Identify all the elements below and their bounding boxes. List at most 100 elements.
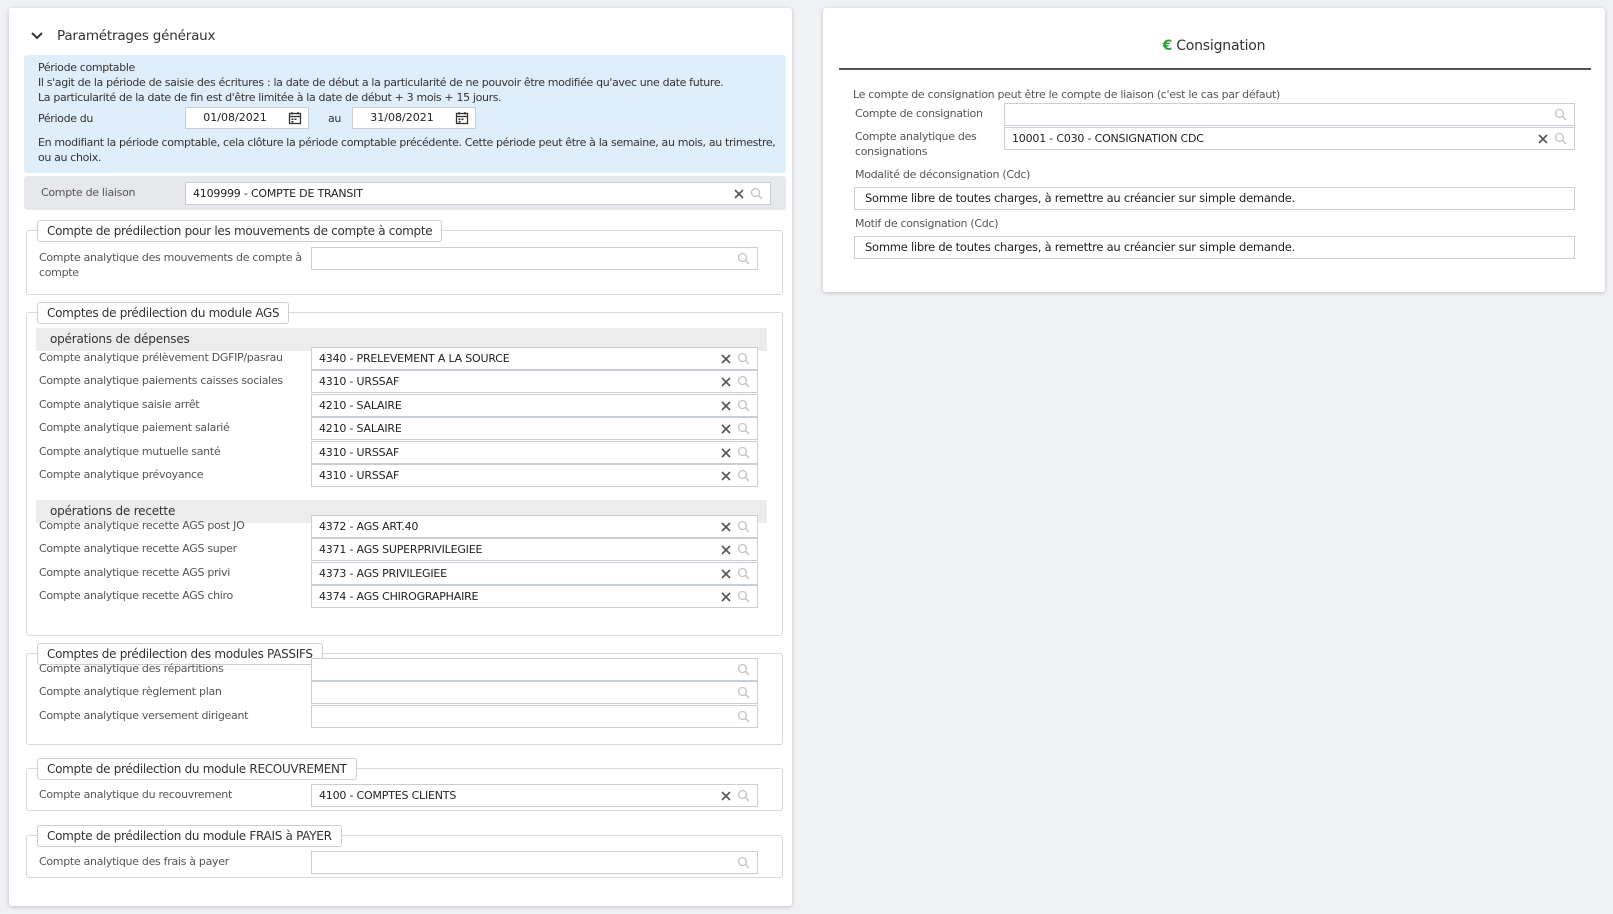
passif-field[interactable] (311, 681, 758, 705)
search-icon[interactable] (737, 375, 750, 388)
recouvrement-field[interactable]: 4100 - COMPTES CLIENTS (311, 784, 758, 807)
search-icon[interactable] (737, 567, 750, 580)
ags-legend: Comptes de prédilection du module AGS (37, 302, 290, 324)
search-icon[interactable] (1554, 132, 1567, 145)
ags-depense-label: Compte analytique paiement salarié (39, 421, 230, 435)
period-to-label: au (328, 112, 342, 125)
title-divider (839, 68, 1591, 70)
clear-icon[interactable] (720, 400, 732, 412)
ags-recette-field[interactable]: 4373 - AGS PRIVILEGIEE (311, 561, 758, 585)
period-end-date-value: 31/08/2021 (370, 111, 434, 124)
chevron-down-icon[interactable] (29, 28, 45, 44)
ags-depense-field[interactable]: 4310 - URSSAF (311, 440, 758, 464)
ags-depense-field[interactable]: 4310 - URSSAF (311, 464, 758, 487)
clear-icon[interactable] (720, 423, 732, 435)
search-icon[interactable] (737, 543, 750, 556)
compte-a-compte-field[interactable] (311, 247, 758, 270)
consignation-analytic-label-2: consignations (855, 145, 928, 158)
euro-icon: € (1162, 38, 1173, 54)
modalite-label: Modalité de déconsignation (Cdc) (855, 168, 1031, 181)
consignation-account-field[interactable] (1004, 103, 1575, 126)
clear-icon[interactable] (720, 376, 732, 388)
ags-depense-value: 4210 - SALAIRE (319, 422, 402, 436)
clear-icon[interactable] (1537, 133, 1549, 145)
compte-a-compte-label-2: compte (39, 266, 79, 279)
frais-field[interactable] (311, 851, 758, 874)
ags-depense-field[interactable]: 4210 - SALAIRE (311, 393, 758, 417)
clear-icon[interactable] (733, 188, 745, 200)
clear-icon[interactable] (720, 591, 732, 603)
search-icon[interactable] (737, 590, 750, 603)
ags-depense-label: Compte analytique paiements caisses soci… (39, 374, 283, 388)
ags-recette-label: Compte analytique recette AGS post JO (39, 519, 245, 532)
search-icon[interactable] (737, 399, 750, 412)
section-title[interactable]: Paramétrages généraux (57, 28, 216, 44)
search-icon[interactable] (737, 446, 750, 459)
consignation-analytic-value: 10001 - C030 - CONSIGNATION CDC (1012, 132, 1204, 145)
recouvrement-label: Compte analytique du recouvrement (39, 788, 232, 801)
clear-icon[interactable] (720, 790, 732, 802)
passif-field[interactable] (311, 704, 758, 728)
motif-input[interactable]: Somme libre de toutes charges, à remettr… (854, 236, 1575, 259)
search-icon[interactable] (737, 252, 750, 265)
ags-depense-label: Compte analytique prélèvement DGFIP/pasr… (39, 351, 283, 364)
consignation-analytic-label-1: Compte analytique des (855, 130, 977, 143)
liaison-account-label: Compte de liaison (41, 186, 136, 199)
ags-depense-value: 4310 - URSSAF (319, 375, 400, 389)
search-icon[interactable] (737, 352, 750, 365)
search-icon[interactable] (737, 422, 750, 435)
consignation-analytic-field[interactable]: 10001 - C030 - CONSIGNATION CDC (1004, 127, 1575, 150)
clear-icon[interactable] (720, 568, 732, 580)
motif-label: Motif de consignation (Cdc) (855, 217, 999, 230)
liaison-account-field[interactable]: 4109999 - COMPTE DE TRANSIT (185, 182, 771, 205)
ags-recette-field[interactable]: 4371 - AGS SUPERPRIVILEGIEE (311, 538, 758, 562)
period-end-date-input[interactable]: 31/08/2021 (352, 107, 476, 129)
period-description-2: La particularité de la date de fin est d… (38, 91, 502, 104)
ags-depense-field[interactable]: 4340 - PRELEVEMENT A LA SOURCE (311, 347, 758, 370)
passif-label: Compte analytique versement dirigeant (39, 708, 249, 722)
clear-icon[interactable] (720, 544, 732, 556)
period-from-label: Période du (38, 112, 94, 125)
ags-recette-field[interactable]: 4372 - AGS ART.40 (311, 515, 758, 538)
passif-field[interactable] (311, 658, 758, 681)
period-heading: Période comptable (38, 61, 135, 74)
ags-recette-value: 4374 - AGS CHIROGRAPHAIRE (319, 590, 479, 604)
calendar-icon[interactable] (455, 111, 469, 125)
search-icon[interactable] (737, 710, 750, 723)
ags-recette-field[interactable]: 4374 - AGS CHIROGRAPHAIRE (311, 585, 758, 609)
clear-icon[interactable] (720, 521, 732, 533)
search-icon[interactable] (737, 686, 750, 699)
passif-label: Compte analytique règlement plan (39, 685, 222, 699)
liaison-account-row: Compte de liaison 4109999 - COMPTE DE TR… (24, 176, 786, 210)
search-icon[interactable] (1554, 108, 1567, 121)
period-description-1: Il s'agit de la période de saisie des éc… (38, 76, 724, 89)
recouvrement-legend: Compte de prédilection du module RECOUVR… (37, 758, 357, 780)
accounting-period-info: Période comptable Il s'agit de la périod… (24, 55, 786, 173)
modalite-input[interactable]: Somme libre de toutes charges, à remettr… (854, 187, 1575, 210)
search-icon[interactable] (750, 187, 763, 200)
ags-recette-value: 4371 - AGS SUPERPRIVILEGIEE (319, 543, 483, 557)
recouvrement-value: 4100 - COMPTES CLIENTS (319, 789, 457, 802)
search-icon[interactable] (737, 789, 750, 802)
liaison-account-value: 4109999 - COMPTE DE TRANSIT (193, 187, 363, 200)
search-icon[interactable] (737, 856, 750, 869)
calendar-icon[interactable] (288, 111, 302, 125)
consignation-intro: Le compte de consignation peut être le c… (853, 88, 1281, 101)
clear-icon[interactable] (720, 353, 732, 365)
period-start-date-value: 01/08/2021 (203, 111, 267, 124)
ags-depense-field[interactable]: 4210 - SALAIRE (311, 417, 758, 441)
compte-a-compte-legend: Compte de prédilection pour les mouvemen… (37, 220, 443, 242)
period-start-date-input[interactable]: 01/08/2021 (185, 107, 309, 129)
search-icon[interactable] (737, 520, 750, 533)
clear-icon[interactable] (720, 470, 732, 482)
search-icon[interactable] (737, 469, 750, 482)
ags-depense-label: Compte analytique mutuelle santé (39, 444, 221, 458)
ags-depense-label: Compte analytique saisie arrêt (39, 397, 200, 411)
ags-depense-label: Compte analytique prévoyance (39, 468, 204, 481)
passif-label: Compte analytique des répartitions (39, 662, 224, 675)
search-icon[interactable] (737, 663, 750, 676)
period-note-2: ou au choix. (38, 151, 102, 164)
ags-recette-label: Compte analytique recette AGS privi (39, 565, 231, 579)
clear-icon[interactable] (720, 447, 732, 459)
ags-depense-field[interactable]: 4310 - URSSAF (311, 370, 758, 394)
